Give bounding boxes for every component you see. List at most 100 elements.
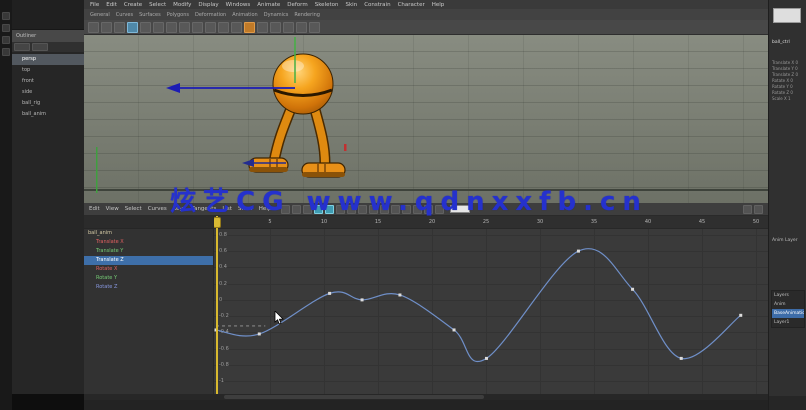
keyframe[interactable] — [328, 292, 331, 295]
construction-history-icon[interactable] — [231, 22, 242, 33]
menu-select[interactable]: Select — [149, 2, 166, 8]
outliner-tab-scene[interactable] — [14, 43, 30, 51]
main-menubar: File Edit Create Select Modify Display Windows… — [84, 0, 768, 9]
anim-layer-layer1[interactable]: Layer1 — [772, 318, 804, 327]
keyframe[interactable] — [361, 298, 364, 301]
trax-editor-icon[interactable] — [754, 205, 763, 214]
outliner-tab-layers[interactable] — [32, 43, 48, 51]
keyframe[interactable] — [485, 357, 488, 360]
camera-icon[interactable] — [2, 36, 10, 44]
menu-character[interactable]: Character — [398, 2, 425, 8]
menu-constrain[interactable]: Constrain — [364, 2, 390, 8]
render-icon[interactable] — [244, 22, 255, 33]
outliner-item-top[interactable]: top — [12, 65, 84, 76]
keyframe[interactable] — [631, 288, 634, 291]
playblast-icon[interactable] — [309, 22, 320, 33]
render-settings-icon[interactable] — [270, 22, 281, 33]
channel-outliner: ball_animTranslate XTranslate YTranslate… — [84, 216, 214, 394]
snap-grid-icon[interactable] — [166, 22, 177, 33]
character-left-foot — [249, 158, 288, 172]
dope-sheet-icon[interactable] — [743, 205, 752, 214]
anim-layer-anim[interactable]: Anim — [772, 300, 804, 309]
character-left-leg — [274, 106, 292, 162]
channel-rotate-z[interactable]: Rotate Z — [84, 283, 213, 292]
viewport-3d[interactable] — [84, 35, 768, 203]
animation-curve[interactable] — [216, 249, 741, 362]
snap-view-icon[interactable] — [205, 22, 216, 33]
selected-object-name: ball_ctrl — [772, 40, 790, 45]
keyframe[interactable] — [680, 357, 683, 360]
paint-select-icon[interactable] — [114, 22, 125, 33]
menu-display[interactable]: Display — [198, 2, 218, 8]
snap-curve-icon[interactable] — [179, 22, 190, 33]
maya-application-window: Outliner persptopfrontsideball_rigball_a… — [0, 0, 806, 410]
shelf-tab-rendering[interactable]: Rendering — [294, 12, 320, 18]
anim-layer-layers[interactable]: Layers — [772, 291, 804, 300]
hypershade-icon[interactable] — [296, 22, 307, 33]
main-toolbar — [84, 20, 768, 35]
right-panel-footer — [769, 396, 806, 410]
anim-layer-list: LayersAnimBaseAnimationLayer1 — [771, 290, 805, 328]
keyframe[interactable] — [258, 332, 261, 335]
channel-translate-z[interactable]: Translate Z — [84, 256, 213, 265]
channel-translate-x[interactable]: Translate X — [84, 238, 213, 247]
menu-skeleton[interactable]: Skeleton — [315, 2, 339, 8]
keyframe[interactable] — [577, 250, 580, 253]
grid-icon[interactable] — [2, 24, 10, 32]
select-tool-icon[interactable] — [88, 22, 99, 33]
menu-skin[interactable]: Skin — [346, 2, 358, 8]
lasso-tool-icon[interactable] — [101, 22, 112, 33]
graph-editor-body: ball_animTranslate XTranslate YTranslate… — [84, 216, 768, 394]
outliner-item-front[interactable]: front — [12, 76, 84, 87]
channel-rotate-x[interactable]: Rotate X — [84, 265, 213, 274]
snap-point-icon[interactable] — [192, 22, 203, 33]
outliner-item-side[interactable]: side — [12, 87, 84, 98]
scale-tool-icon[interactable] — [153, 22, 164, 33]
viewport-grid — [84, 35, 768, 203]
move-tool-icon[interactable] — [127, 22, 138, 33]
shelf-tab-polygons[interactable]: Polygons — [167, 12, 189, 18]
shelf-tab-curves[interactable]: Curves — [116, 12, 133, 18]
character-body-sphere — [273, 54, 333, 114]
shelf-tab-deformation[interactable]: Deformation — [195, 12, 226, 18]
ipr-render-icon[interactable] — [257, 22, 268, 33]
mouse-cursor-icon — [274, 311, 284, 325]
keyframe[interactable] — [398, 293, 401, 296]
playhead-line[interactable] — [216, 216, 218, 394]
select-icon[interactable] — [2, 12, 10, 20]
channel-ball_anim[interactable]: ball_anim — [84, 229, 213, 238]
make-live-icon[interactable] — [218, 22, 229, 33]
keyframe[interactable] — [453, 328, 456, 331]
shelf-tab-animation[interactable]: Animation — [232, 12, 258, 18]
menu-help[interactable]: Help — [432, 2, 445, 8]
paint-effects-icon[interactable] — [283, 22, 294, 33]
curve-view[interactable]: 05101520253035404550 0.80.60.40.20-0.2-0… — [214, 216, 768, 394]
animation-curve-canvas — [214, 216, 768, 394]
scrollbar-handle[interactable] — [224, 395, 484, 399]
graph-editor-toolbar-right — [743, 205, 763, 214]
anim-layer-baseanimation[interactable]: BaseAnimation — [772, 309, 804, 318]
outliner-item-persp[interactable]: persp — [12, 54, 84, 65]
attribute-line: Scale X 1 — [772, 96, 798, 102]
outliner-list: persptopfrontsideball_rigball_anim — [12, 52, 84, 120]
playhead[interactable] — [214, 217, 221, 228]
character-ball-rig[interactable] — [240, 46, 370, 196]
channel-translate-y[interactable]: Translate Y — [84, 247, 213, 256]
outliner-bottom-spacer — [12, 394, 84, 410]
outliner-item-ball_rig[interactable]: ball_rig — [12, 98, 84, 109]
menu-deform[interactable]: Deform — [287, 2, 307, 8]
menu-animate[interactable]: Animate — [257, 2, 280, 8]
menu-file[interactable]: File — [90, 2, 99, 8]
layers-icon[interactable] — [2, 48, 10, 56]
shelf-tab-dynamics[interactable]: Dynamics — [264, 12, 289, 18]
menu-windows[interactable]: Windows — [226, 2, 251, 8]
shelf-tab-general[interactable]: General — [90, 12, 110, 18]
shelf-tab-surfaces[interactable]: Surfaces — [139, 12, 161, 18]
menu-modify[interactable]: Modify — [173, 2, 191, 8]
keyframe[interactable] — [739, 314, 742, 317]
menu-create[interactable]: Create — [124, 2, 142, 8]
outliner-item-ball_anim[interactable]: ball_anim — [12, 109, 84, 120]
menu-edit[interactable]: Edit — [106, 2, 117, 8]
channel-rotate-y[interactable]: Rotate Y — [84, 274, 213, 283]
rotate-tool-icon[interactable] — [140, 22, 151, 33]
